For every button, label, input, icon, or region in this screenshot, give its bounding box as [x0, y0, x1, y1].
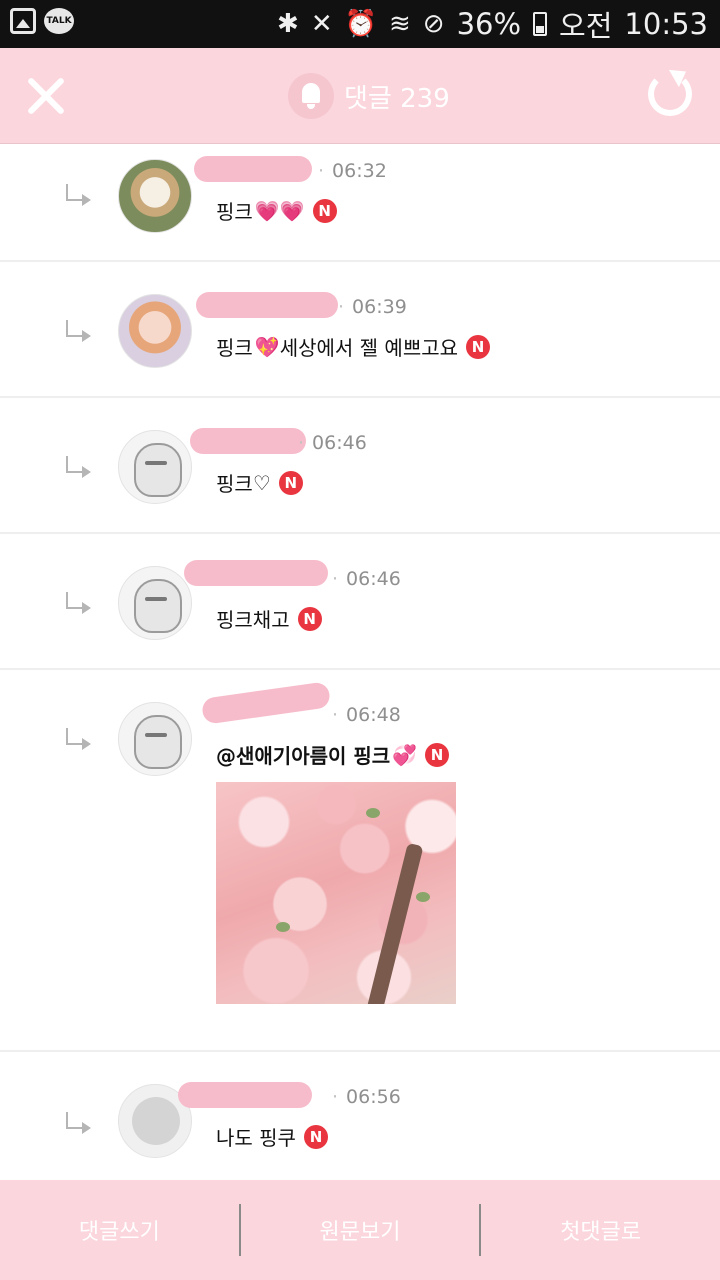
comment-time: · 06:46 — [298, 432, 367, 454]
cherry-blossom-image[interactable] — [216, 782, 456, 1004]
reply-arrow-icon — [66, 184, 92, 206]
comments-header: 댓글 239 — [0, 48, 720, 144]
author-name-redacted[interactable] — [196, 292, 338, 318]
battery-icon — [533, 12, 548, 36]
heart-emoji: 💗💗 — [254, 198, 305, 223]
new-badge: N — [303, 1124, 328, 1149]
comment-time: · 06:46 — [332, 568, 401, 590]
new-badge: N — [297, 606, 322, 631]
comment-time: · 06:39 — [338, 296, 407, 318]
bluetooth-icon: ✱ — [277, 9, 299, 39]
comment-text: 핑크채고 N — [216, 604, 322, 633]
notification-icons: TALK — [10, 8, 74, 34]
alarm-icon: ⏰ — [344, 9, 377, 39]
system-icons: ✱ ✕ ⏰ ≋ ⊘ 36% 오전 10:53 — [277, 0, 708, 48]
comment-time: · 06:32 — [318, 160, 387, 182]
author-name-redacted[interactable] — [200, 681, 332, 725]
new-badge: N — [466, 334, 491, 359]
leaf-shape — [416, 892, 430, 902]
first-comment-button[interactable]: 첫댓글로 — [481, 1180, 720, 1280]
wifi-icon: ≋ — [388, 9, 411, 39]
gallery-icon — [10, 8, 36, 34]
comment-time: · 06:48 — [332, 704, 401, 726]
avatar[interactable] — [118, 430, 192, 504]
comment-text: @샌애기아름이 핑크 💞 N — [216, 740, 450, 769]
close-button[interactable] — [22, 72, 70, 120]
avatar[interactable] — [118, 702, 192, 776]
author-name-redacted[interactable] — [194, 156, 312, 182]
new-badge: N — [312, 198, 337, 223]
bell-icon[interactable] — [288, 73, 334, 119]
header-center: 댓글 239 — [288, 72, 450, 120]
bottom-action-bar: 댓글쓰기 원문보기 첫댓글로 — [0, 1180, 720, 1280]
vibrate-mute-icon: ✕ — [310, 9, 333, 39]
status-bar: TALK ✱ ✕ ⏰ ≋ ⊘ 36% 오전 10:53 — [0, 0, 720, 48]
kakaotalk-icon: TALK — [44, 8, 74, 34]
reply-arrow-icon — [66, 456, 92, 478]
author-name-redacted[interactable] — [178, 1082, 312, 1108]
heart-emoji: 💖 — [254, 334, 280, 359]
branch-shape — [364, 842, 424, 1004]
comment-time: · 06:56 — [332, 1086, 401, 1108]
refresh-button[interactable] — [648, 72, 692, 116]
status-time: 10:53 — [624, 7, 708, 41]
leaf-shape — [276, 922, 290, 932]
author-name-redacted[interactable] — [184, 560, 328, 586]
heart-emoji: 💞 — [392, 742, 418, 767]
reply-arrow-icon — [66, 1112, 92, 1134]
avatar[interactable] — [118, 294, 192, 368]
comment-row: · 06:32 핑크 💗💗 N — [0, 144, 720, 262]
new-badge: N — [425, 742, 450, 767]
do-not-disturb-icon: ⊘ — [422, 9, 445, 39]
author-name-redacted[interactable] — [190, 428, 306, 454]
new-badge: N — [278, 470, 303, 495]
comment-row: · 06:46 핑크채고 N — [0, 534, 720, 670]
comment-row: · 06:46 핑크 ♡ N — [0, 398, 720, 534]
leaf-shape — [366, 808, 380, 818]
battery-percent: 36% — [456, 7, 522, 41]
comment-text: 핑크 💗💗 N — [216, 196, 337, 225]
comment-text: 핑크 💖 세상에서 젤 예쁘고요 N — [216, 332, 491, 361]
comment-list[interactable]: · 06:32 핑크 💗💗 N · 06:39 핑크 💖 세상에서 젤 예쁘고요 N… — [0, 144, 720, 1180]
comment-row: · 06:39 핑크 💖 세상에서 젤 예쁘고요 N — [0, 262, 720, 398]
comment-text: 나도 핑쿠 N — [216, 1122, 328, 1151]
reply-arrow-icon — [66, 320, 92, 342]
comment-row: · 06:56 나도 핑쿠 N — [0, 1052, 720, 1180]
comment-row: · 06:48 @샌애기아름이 핑크 💞 N — [0, 670, 720, 1052]
write-comment-button[interactable]: 댓글쓰기 — [0, 1180, 239, 1280]
status-ampm: 오전 — [559, 9, 613, 43]
view-original-button[interactable]: 원문보기 — [241, 1180, 480, 1280]
avatar[interactable] — [118, 159, 192, 233]
comment-text: 핑크 ♡ N — [216, 468, 303, 497]
comment-count-title: 댓글 239 — [344, 83, 450, 114]
battery-level — [536, 25, 545, 33]
avatar[interactable] — [118, 566, 192, 640]
reply-arrow-icon — [66, 592, 92, 614]
heart-outline-icon: ♡ — [252, 470, 271, 495]
reply-arrow-icon — [66, 728, 92, 750]
